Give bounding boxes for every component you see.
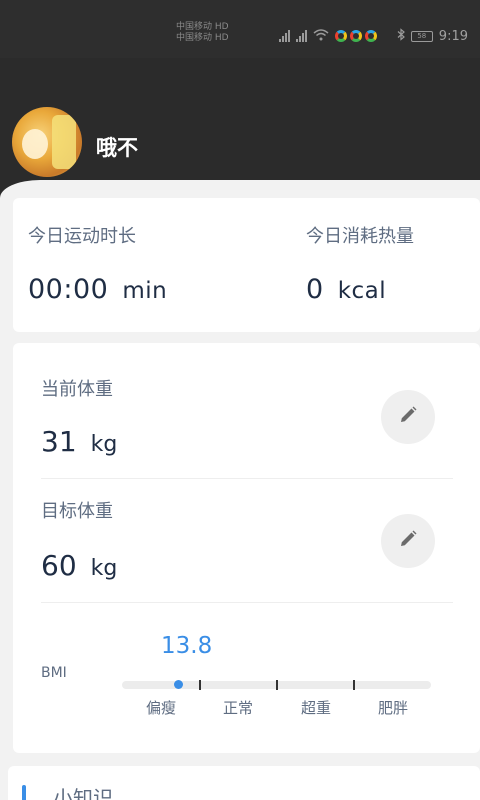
tips-title: 小知识 (53, 786, 113, 800)
signal-icon (278, 30, 290, 42)
target-weight-unit: kg (90, 556, 118, 581)
duration-unit: min (122, 278, 168, 304)
calories-unit: kcal (337, 278, 387, 304)
carrier-2-text: 中国移动 (176, 33, 213, 43)
current-weight-unit: kg (90, 432, 118, 457)
bmi-value: 13.8 (161, 633, 213, 659)
bmi-scale (122, 680, 431, 690)
divider (41, 602, 453, 603)
bluetooth-icon (397, 28, 405, 44)
carrier-info: 中国移动 HD 中国移动 HD (176, 22, 229, 43)
target-weight-row: 60 kg (41, 549, 117, 582)
bmi-category-normal: 正常 (222, 699, 254, 717)
current-weight-row: 31 kg (41, 425, 117, 458)
calories-value: 0 (306, 274, 324, 305)
carrier-1-text: 中国移动 (176, 22, 213, 32)
calories-value-row: 0 kcal (306, 274, 386, 305)
today-stats-card: 今日运动时长 00:00 min 今日消耗热量 0 kcal (13, 198, 480, 332)
bmi-label: BMI (41, 665, 67, 681)
app-notification-icons (334, 30, 377, 42)
status-icons: 58 9:19 (278, 28, 468, 44)
tips-accent-bar (22, 785, 26, 800)
tips-card[interactable]: 小知识 (8, 766, 480, 800)
clock: 9:19 (438, 28, 468, 44)
target-weight-label: 目标体重 (41, 501, 113, 522)
username: 哦不 (96, 136, 138, 160)
edit-target-weight-button[interactable] (381, 514, 435, 568)
duration-value: 00:00 (28, 274, 109, 305)
bmi-category-obese: 肥胖 (377, 699, 409, 717)
bmi-indicator (174, 680, 183, 689)
pencil-icon (398, 529, 418, 553)
duration-value-row: 00:00 min (28, 274, 167, 305)
duration-label: 今日运动时长 (28, 226, 136, 247)
bmi-tick (199, 680, 201, 690)
bmi-category-overweight: 超重 (300, 699, 332, 717)
bmi-category-underweight: 偏瘦 (145, 699, 177, 717)
current-weight-value: 31 (41, 425, 77, 458)
current-weight-label: 当前体重 (41, 379, 113, 400)
signal-2-icon (295, 30, 307, 42)
calories-label: 今日消耗热量 (306, 226, 414, 247)
battery-icon: 58 (410, 30, 433, 42)
wifi-icon (313, 28, 329, 44)
weight-card: 当前体重 31 kg 目标体重 60 kg BMI 13.8 偏瘦 正常 超重 肥胖 (13, 343, 480, 753)
target-weight-value: 60 (41, 549, 77, 582)
bmi-tick (353, 680, 355, 690)
bmi-tick (276, 680, 278, 690)
avatar[interactable] (12, 107, 82, 177)
edit-current-weight-button[interactable] (381, 390, 435, 444)
status-bar: 中国移动 HD 中国移动 HD 58 9:19 (0, 0, 480, 58)
pencil-icon (398, 405, 418, 429)
divider (41, 478, 453, 479)
